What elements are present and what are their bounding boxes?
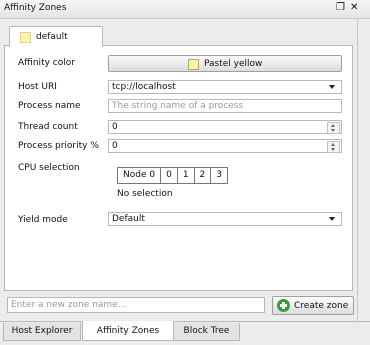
tab-default-zone[interactable]: default <box>9 26 103 47</box>
zone-color-swatch <box>20 32 31 43</box>
process-priority-label: Process priority % <box>18 141 99 151</box>
float-icon[interactable]: ❐ <box>336 2 345 13</box>
new-zone-input[interactable]: Enter a new zone name... <box>7 297 265 313</box>
new-zone-placeholder: Enter a new zone name... <box>11 300 127 310</box>
host-uri-combo[interactable]: tcp://localhost <box>108 80 342 94</box>
cpu-selection-grid[interactable]: Node 0 0 1 2 3 <box>117 167 229 184</box>
right-border <box>357 18 358 321</box>
window-titlebar: Affinity Zones ❐ ✕ <box>0 0 370 19</box>
process-name-placeholder: The string name of a process <box>112 101 244 111</box>
cpu-node-cell[interactable]: Node 0 <box>118 168 162 183</box>
close-icon[interactable]: ✕ <box>350 2 358 13</box>
yield-mode-combo[interactable]: Default <box>108 212 342 226</box>
cpu-cell[interactable]: 0 <box>161 168 178 183</box>
tab-affinity-zones[interactable]: Affinity Zones <box>82 321 174 341</box>
chevron-down-icon <box>329 85 335 89</box>
yield-mode-value: Default <box>112 214 145 224</box>
process-name-input[interactable]: The string name of a process <box>108 99 342 113</box>
window-title: Affinity Zones <box>4 3 67 13</box>
process-priority-value: 0 <box>112 141 118 151</box>
yield-mode-label: Yield mode <box>18 215 68 225</box>
cpu-selection-status: No selection <box>117 189 173 199</box>
cpu-cell[interactable]: 1 <box>178 168 195 183</box>
spin-arrows-icon[interactable] <box>327 141 340 153</box>
tab-host-explorer[interactable]: Host Explorer <box>3 323 81 341</box>
create-zone-button[interactable]: Create zone <box>272 296 354 315</box>
thread-count-value: 0 <box>112 122 118 132</box>
spin-arrows-icon[interactable] <box>327 122 340 134</box>
add-icon <box>277 299 290 312</box>
process-name-label: Process name <box>18 101 81 111</box>
bottom-tab-bar: Host Explorer Affinity Zones Block Tree <box>0 321 370 345</box>
tab-block-tree[interactable]: Block Tree <box>173 323 240 341</box>
host-uri-value: tcp://localhost <box>112 82 176 92</box>
thread-count-spinbox[interactable]: 0 <box>108 120 342 134</box>
chevron-down-icon <box>329 217 335 221</box>
thread-count-label: Thread count <box>18 122 78 132</box>
color-swatch <box>188 59 199 70</box>
affinity-color-button[interactable]: Pastel yellow <box>108 55 342 72</box>
host-uri-label: Host URI <box>18 82 57 92</box>
affinity-color-value: Pastel yellow <box>204 59 263 69</box>
affinity-color-label: Affinity color <box>18 58 75 68</box>
process-priority-spinbox[interactable]: 0 <box>108 139 342 153</box>
tab-label: default <box>36 32 68 42</box>
create-zone-label: Create zone <box>294 301 349 311</box>
cpu-selection-label: CPU selection <box>18 163 80 173</box>
cpu-cell[interactable]: 3 <box>211 168 227 183</box>
cpu-cell[interactable]: 2 <box>195 168 212 183</box>
